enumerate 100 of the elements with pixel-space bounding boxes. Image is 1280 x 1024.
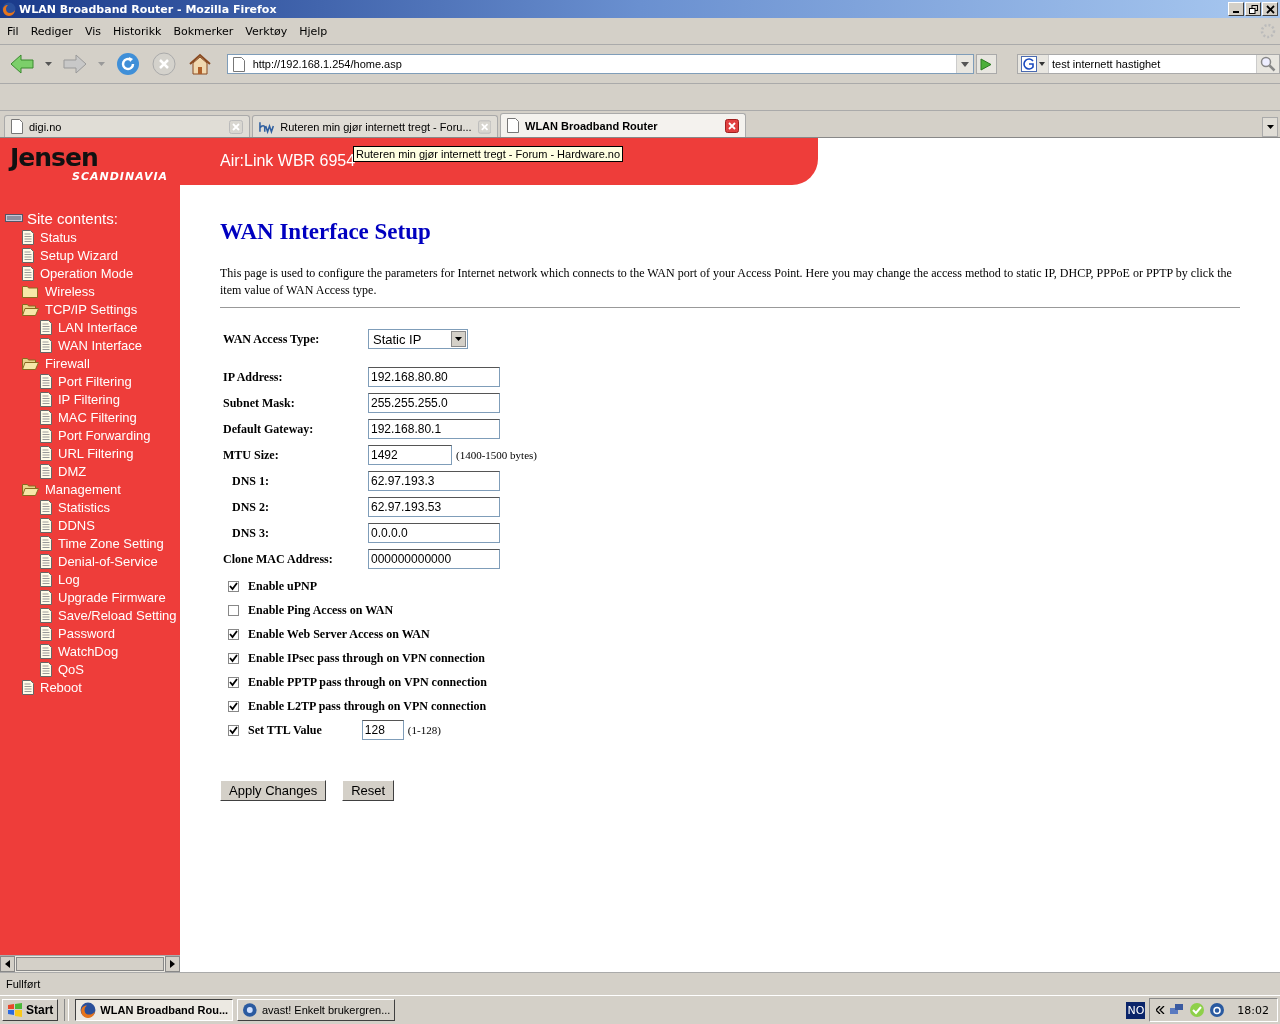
minimize-button[interactable]	[1228, 2, 1244, 16]
sidebar-item[interactable]: Log	[58, 571, 80, 587]
text-input[interactable]: 62.97.193.53	[368, 497, 500, 517]
field-label: IP Address:	[223, 369, 284, 385]
sidebar-item[interactable]: MAC Filtering	[58, 409, 137, 425]
sidebar-item[interactable]: Wireless	[45, 283, 95, 299]
address-field[interactable]: http://192.168.1.254/home.asp	[226, 54, 974, 74]
start-button[interactable]: Start	[2, 999, 59, 1021]
sidebar-item[interactable]: URL Filtering	[58, 445, 134, 461]
sidebar-item[interactable]: WAN Interface	[58, 337, 143, 353]
text-input[interactable]: 192.168.80.1	[368, 419, 500, 439]
search-engine-icon[interactable]	[1021, 56, 1038, 72]
restore-button[interactable]	[1245, 2, 1261, 16]
checkbox[interactable]	[228, 628, 239, 640]
search-icon[interactable]	[1260, 56, 1276, 72]
field-label: Subnet Mask:	[223, 395, 296, 411]
sidebar-item[interactable]: Reboot	[40, 679, 82, 695]
sidebar-item[interactable]: Denial-of-Service	[58, 553, 158, 569]
sidebar-item[interactable]: Firewall	[45, 355, 90, 371]
firefox-logo-icon	[2, 2, 16, 16]
browser-tab[interactable]: digi.no	[4, 115, 250, 137]
access-type-select[interactable]: Static IP	[368, 329, 468, 349]
checkbox[interactable]	[228, 700, 239, 712]
text-input[interactable]: 0.0.0.0	[368, 523, 500, 543]
close-tab-icon[interactable]	[725, 118, 739, 133]
form-button[interactable]: Reset	[342, 780, 395, 801]
caret-icon[interactable]	[455, 337, 462, 341]
text-input[interactable]: 255.255.255.0	[368, 393, 500, 413]
sidebar-item[interactable]: Upgrade Firmware	[58, 589, 166, 605]
text-input[interactable]: 000000000000	[368, 549, 500, 569]
page-icon	[11, 119, 23, 134]
sidebar-item[interactable]: Port Forwarding	[58, 427, 151, 443]
menu-item[interactable]: Historikk	[108, 24, 170, 38]
caret-icon[interactable]	[1039, 62, 1046, 66]
sidebar-item[interactable]: Statistics	[58, 499, 110, 515]
menu-item[interactable]: Rediger	[26, 24, 81, 38]
checkbox[interactable]	[228, 724, 239, 736]
page-icon	[232, 56, 245, 72]
sidebar-item[interactable]: Status	[40, 229, 77, 245]
horizontal-scrollbar[interactable]	[0, 955, 180, 972]
checkbox[interactable]	[228, 676, 239, 688]
form-button[interactable]: Apply Changes	[220, 780, 327, 801]
sidebar-item[interactable]: TCP/IP Settings	[45, 301, 138, 317]
page-icon	[40, 445, 52, 461]
dropdown-arrow-icon[interactable]	[45, 62, 52, 66]
field-hint: (1-128)	[407, 724, 441, 736]
text-input[interactable]: 1492	[368, 445, 452, 465]
sidebar-item[interactable]: Operation Mode	[40, 265, 134, 281]
sidebar-item[interactable]: DDNS	[58, 517, 95, 533]
search-field[interactable]: test internett hastighet	[1017, 54, 1280, 74]
text-input[interactable]: 62.97.193.3	[368, 471, 500, 491]
chevron-icon[interactable]	[1156, 1006, 1166, 1014]
sidebar-item[interactable]: Port Filtering	[58, 373, 132, 389]
checkbox[interactable]	[228, 604, 239, 616]
field-label: WAN Access Type:	[223, 331, 321, 347]
field-label: DNS 3:	[231, 525, 270, 541]
page-description: This page is used to configure the parameters for Internet network which connects to the WAN port of your Access Point. Here you may change the access method to static IP, DHCP, PPPoE or PPTP by click the item value of WAN Access type.	[220, 265, 1233, 299]
sidebar-item[interactable]: Management	[45, 481, 121, 497]
page-title: WAN Interface Setup	[220, 219, 432, 245]
sidebar-item[interactable]: IP Filtering	[58, 391, 120, 407]
taskbar-button[interactable]: avast! Enkelt brukergren...	[237, 999, 396, 1021]
page-icon	[40, 571, 52, 587]
page-icon	[40, 463, 52, 479]
antivirus-icon[interactable]	[1209, 1002, 1226, 1018]
page-icon	[40, 337, 52, 353]
text-input[interactable]: 128	[361, 720, 404, 740]
menu-item[interactable]: Bokmerker	[169, 24, 242, 38]
sidebar-item[interactable]: Time Zone Setting	[58, 535, 164, 551]
sidebar-item[interactable]: LAN Interface	[58, 319, 138, 335]
right-arrow-icon[interactable]	[170, 960, 175, 968]
sidebar-item[interactable]: Setup Wizard	[40, 247, 119, 263]
menu-item[interactable]: Hjelp	[295, 24, 336, 38]
dropdown-arrow-icon[interactable]	[960, 61, 969, 67]
menu-item[interactable]: Vis	[80, 24, 109, 38]
sidebar-item[interactable]: DMZ	[58, 463, 87, 479]
close-button[interactable]	[1262, 2, 1278, 16]
page-icon	[40, 391, 52, 407]
go-button[interactable]	[975, 54, 998, 74]
checkmark-icon[interactable]	[1189, 1002, 1206, 1018]
menu-item[interactable]: Verktøy	[241, 24, 296, 38]
play-icon	[980, 57, 993, 71]
checkbox[interactable]	[228, 652, 239, 664]
page-icon	[40, 661, 52, 677]
sidebar-item[interactable]: Password	[58, 625, 116, 641]
checkbox[interactable]	[228, 580, 239, 592]
page-icon	[40, 373, 52, 389]
sidebar-item[interactable]: QoS	[58, 661, 84, 677]
browser-tab[interactable]: Ruteren min gjør internett tregt - Foru...	[252, 115, 498, 137]
checkbox-label: Set TTL Value	[248, 722, 322, 738]
left-arrow-icon[interactable]	[5, 960, 10, 968]
tab-list-button[interactable]	[1262, 117, 1278, 137]
sidebar-item[interactable]: Save/Reload Setting	[58, 607, 177, 623]
browser-tab[interactable]: WLAN Broadband Router	[500, 113, 746, 137]
sidebar-item[interactable]: WatchDog	[58, 643, 119, 659]
language-indicator[interactable]: NO	[1126, 1001, 1146, 1019]
page-icon	[22, 229, 34, 245]
menu-item[interactable]: Fil	[3, 24, 27, 38]
text-input[interactable]: 192.168.80.80	[368, 367, 500, 387]
taskbar-button[interactable]: WLAN Broadband Rou...	[75, 999, 234, 1021]
brand-logo: Jensen	[10, 146, 99, 170]
